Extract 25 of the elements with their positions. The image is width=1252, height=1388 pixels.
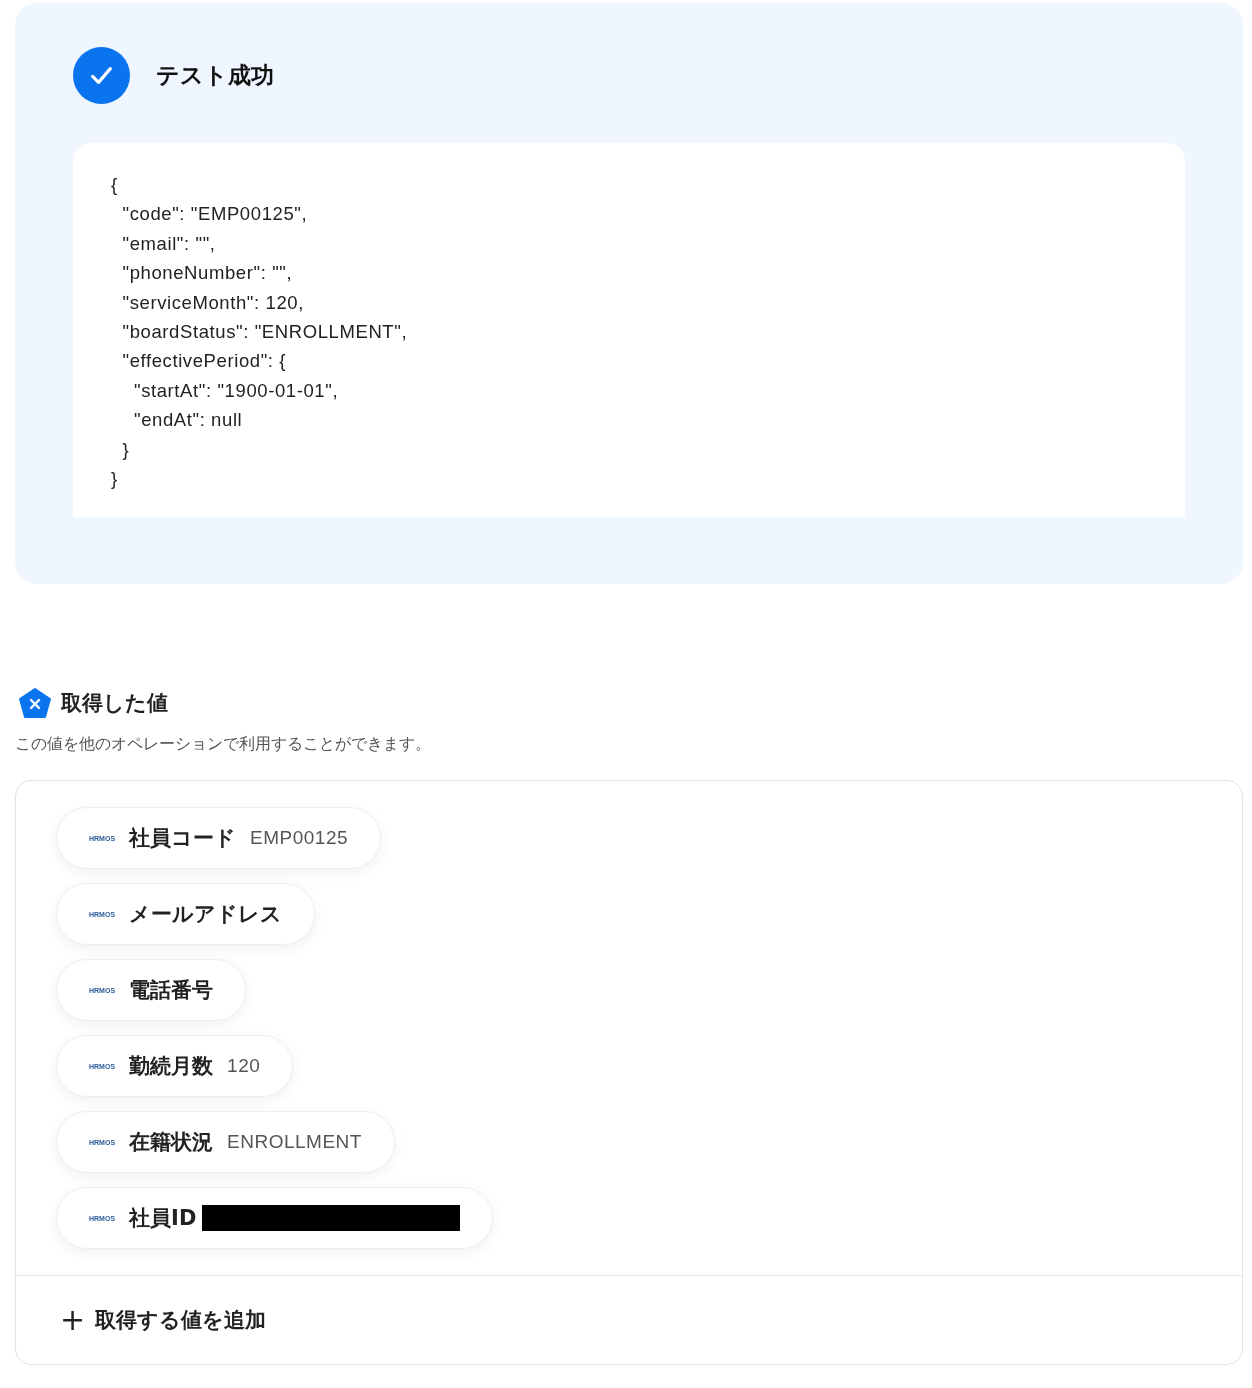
code-line: {: [111, 173, 119, 197]
code-line: "phoneNumber": "",: [121, 261, 294, 286]
chip-label: 在籍状況: [129, 1129, 214, 1156]
pentagon-icon: [19, 688, 51, 718]
code-line: "serviceMonth": 120,: [121, 290, 305, 315]
chip-value: ENROLLMENT: [227, 1131, 362, 1153]
code-line: "boardStatus": "ENROLLMENT",: [121, 319, 409, 344]
chip-label: 社員コード: [129, 825, 237, 852]
chip-label: 電話番号: [129, 977, 214, 1004]
chip-label: 社員ID: [129, 1205, 197, 1232]
chip-value: EMP00125: [250, 827, 349, 849]
chip-label: メールアドレス: [129, 901, 283, 928]
code-line: }: [121, 437, 131, 462]
section-title: 取得した値: [61, 690, 168, 717]
code-line: "endAt": null: [132, 408, 244, 433]
add-value-button[interactable]: + 取得する値を追加: [60, 1305, 267, 1335]
chip-value: 120: [227, 1055, 261, 1077]
code-line: "code": "EMP00125",: [121, 202, 309, 227]
result-title: テスト成功: [156, 60, 274, 90]
code-line: "startAt": "1900-01-01",: [132, 378, 340, 403]
code-line: "email": "",: [121, 231, 217, 256]
chip-label: 勤続月数: [129, 1053, 214, 1080]
section-description: この値を他のオペレーションで利用することができます。: [15, 734, 432, 755]
code-line: }: [111, 466, 119, 491]
code-line: "effectivePeriod": {: [121, 349, 288, 374]
